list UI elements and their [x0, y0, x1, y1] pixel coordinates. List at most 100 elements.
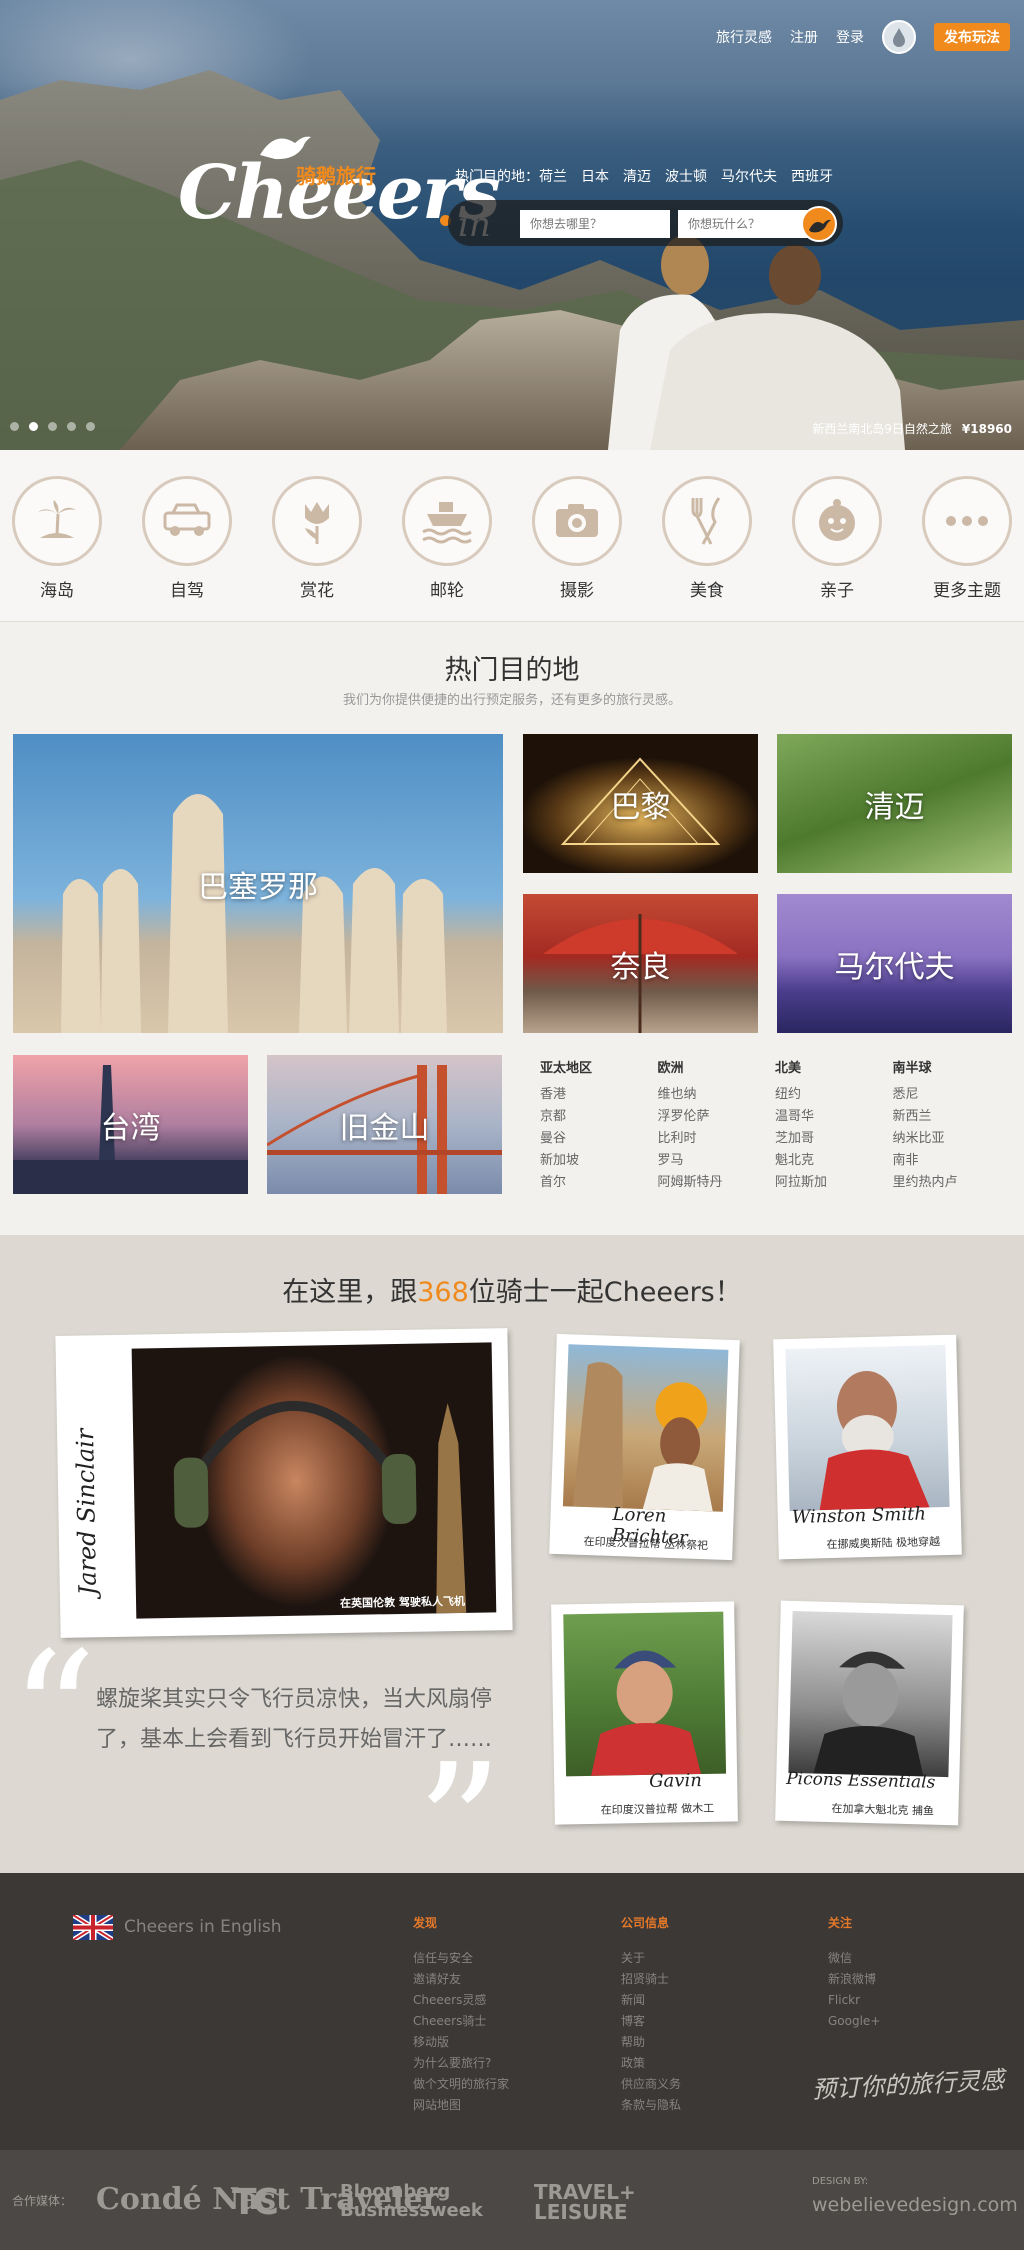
rider-location: 在加拿大魁北克 捕鱼	[831, 1802, 935, 1818]
theme-family[interactable]: 亲子	[782, 476, 892, 601]
featured-rider-location: 在英国伦敦 驾驶私人飞机	[339, 1594, 466, 1611]
featured-rider-signature: Jared Sinclair	[71, 1428, 102, 1596]
city-link[interactable]: 里约热内卢	[893, 1172, 1011, 1194]
destination-card-barcelona[interactable]: 巴塞罗那	[13, 734, 503, 1033]
partner-logo-bloomberg[interactable]: Bloomberg Businessweek	[340, 2182, 510, 2220]
footer-link[interactable]: 博客	[621, 2011, 681, 2032]
city-link[interactable]: 维也纳	[658, 1084, 776, 1106]
city-link[interactable]: 首尔	[540, 1172, 658, 1194]
footer-link[interactable]: 供应商义务	[621, 2074, 681, 2095]
theme-photography[interactable]: 摄影	[522, 476, 632, 601]
city-link[interactable]: 纽约	[775, 1084, 893, 1106]
rider-card[interactable]: Loren Brichter 在印度汉普拉帮 丛林祭祀	[549, 1333, 740, 1561]
rider-card[interactable]: Picons Essentials 在加拿大魁北克 捕鱼	[775, 1600, 964, 1826]
slide-dot[interactable]	[86, 422, 95, 431]
riders-title-suffix: 位骑士一起Cheeers！	[468, 1277, 742, 1308]
footer-link[interactable]: Flickr	[828, 1990, 880, 2011]
footer-link[interactable]: 做个文明的旅行家	[413, 2074, 509, 2095]
city-link[interactable]: 悉尼	[893, 1084, 1011, 1106]
footer-link[interactable]: 政策	[621, 2053, 681, 2074]
slide-caption-title: 新西兰南北岛9日自然之旅	[812, 422, 952, 436]
footer-link[interactable]: Cheeers灵感	[413, 1990, 509, 2011]
user-avatar-icon[interactable]	[882, 20, 916, 54]
slide-caption-price: ¥18960	[961, 422, 1012, 436]
footer-link[interactable]: 新浪微博	[828, 1969, 880, 1990]
theme-flowers[interactable]: 赏花	[262, 476, 372, 601]
footer-link[interactable]: 移动版	[413, 2032, 509, 2053]
footer-link[interactable]: 信任与安全	[413, 1948, 509, 1969]
footer-link[interactable]: Google+	[828, 2011, 880, 2032]
riders-count: 368	[417, 1277, 469, 1308]
publish-button[interactable]: 发布玩法	[934, 23, 1010, 51]
destination-card-chiangmai[interactable]: 清迈	[777, 734, 1012, 873]
slide-dot-active[interactable]	[29, 422, 38, 431]
rider-card[interactable]: Gavin 在印度汉普拉帮 做木工	[551, 1601, 738, 1825]
city-link[interactable]: 新西兰	[893, 1106, 1011, 1128]
footer-link[interactable]: 帮助	[621, 2032, 681, 2053]
theme-island[interactable]: 海岛	[2, 476, 112, 601]
slide-dot[interactable]	[67, 422, 76, 431]
destination-name: 旧金山	[339, 1110, 430, 1146]
featured-rider-card[interactable]: Jared Sinclair 在英国伦敦 驾驶私人飞机	[55, 1328, 513, 1638]
search-button[interactable]	[801, 206, 837, 242]
city-link[interactable]: 京都	[540, 1106, 658, 1128]
slide-dot[interactable]	[10, 422, 19, 431]
nav-inspiration-link[interactable]: 旅行灵感	[716, 27, 772, 47]
footer-link[interactable]: 邀请好友	[413, 1969, 509, 1990]
rider-signature: Winston Smith	[791, 1503, 927, 1529]
rider-card[interactable]: Winston Smith 在挪威奥斯陆 极地穿越	[773, 1334, 962, 1560]
partner-logo-techcrunch[interactable]: TC	[232, 2182, 279, 2223]
footer-link[interactable]: 微信	[828, 1948, 880, 1969]
partner-logo-travel-leisure[interactable]: TRAVEL+ LEISURE	[534, 2182, 644, 2222]
hero-couple-figure	[608, 235, 905, 450]
city-link[interactable]: 阿姆斯特丹	[658, 1172, 776, 1194]
search-where-input[interactable]	[520, 210, 670, 238]
footer-link[interactable]: 网站地图	[413, 2095, 509, 2116]
city-link[interactable]: 罗马	[658, 1150, 776, 1172]
theme-cruise[interactable]: 邮轮	[392, 476, 502, 601]
destination-card-taiwan[interactable]: 台湾	[13, 1055, 248, 1194]
city-link[interactable]: 曼谷	[540, 1128, 658, 1150]
footer-link[interactable]: 新闻	[621, 1990, 681, 2011]
theme-food[interactable]: 美食	[652, 476, 762, 601]
hot-destination-link[interactable]: 西班牙	[791, 166, 833, 186]
footer-link[interactable]: 关于	[621, 1948, 681, 1969]
slide-dot[interactable]	[48, 422, 57, 431]
city-link[interactable]: 南非	[893, 1150, 1011, 1172]
slide-caption[interactable]: 新西兰南北岛9日自然之旅 ¥18960	[812, 420, 1012, 437]
city-link[interactable]: 纳米比亚	[893, 1128, 1011, 1150]
palm-island-icon	[38, 500, 76, 538]
hot-destination-link[interactable]: 日本	[581, 166, 609, 186]
hot-destination-link[interactable]: 马尔代夫	[721, 166, 777, 186]
city-link[interactable]: 新加坡	[540, 1150, 658, 1172]
city-link[interactable]: 温哥华	[775, 1106, 893, 1128]
destination-card-maldives[interactable]: 马尔代夫	[777, 894, 1012, 1033]
footer-link[interactable]: 条款与隐私	[621, 2095, 681, 2116]
destination-card-sanfrancisco[interactable]: 旧金山	[267, 1055, 502, 1194]
theme-more[interactable]: 更多主题	[912, 476, 1022, 601]
city-link[interactable]: 香港	[540, 1084, 658, 1106]
city-link[interactable]: 芝加哥	[775, 1128, 893, 1150]
theme-selfdrive[interactable]: 自驾	[132, 476, 242, 601]
city-link[interactable]: 魁北克	[775, 1150, 893, 1172]
jeep-icon	[163, 503, 211, 536]
theme-label: 自驾	[170, 581, 204, 601]
nav-register-link[interactable]: 注册	[790, 27, 818, 47]
destination-card-paris[interactable]: 巴黎	[523, 734, 758, 873]
uk-flag-icon[interactable]	[73, 1915, 113, 1940]
city-link[interactable]: 比利时	[658, 1128, 776, 1150]
hero-hot-destinations: 热门目的地：荷兰 日本 清迈 波士顿 马尔代夫 西班牙	[455, 166, 833, 186]
footer-link[interactable]: 招贤骑士	[621, 1969, 681, 1990]
destination-card-nara[interactable]: 奈良	[523, 894, 758, 1033]
footer-link[interactable]: 为什么要旅行?	[413, 2053, 509, 2074]
hot-destination-link[interactable]: 波士顿	[665, 166, 707, 186]
hot-destinations-label[interactable]: 热门目的地：荷兰	[455, 166, 567, 186]
nav-login-link[interactable]: 登录	[836, 27, 864, 47]
english-site-link[interactable]: Cheeers in English	[124, 1917, 282, 1937]
hot-destination-link[interactable]: 清迈	[623, 166, 651, 186]
destination-name: 台湾	[100, 1110, 161, 1146]
city-link[interactable]: 浮罗伦萨	[658, 1106, 776, 1128]
footer-link[interactable]: Cheeers骑士	[413, 2011, 509, 2032]
design-by-link[interactable]: webelievedesign.com	[812, 2194, 1018, 2216]
city-link[interactable]: 阿拉斯加	[775, 1172, 893, 1194]
